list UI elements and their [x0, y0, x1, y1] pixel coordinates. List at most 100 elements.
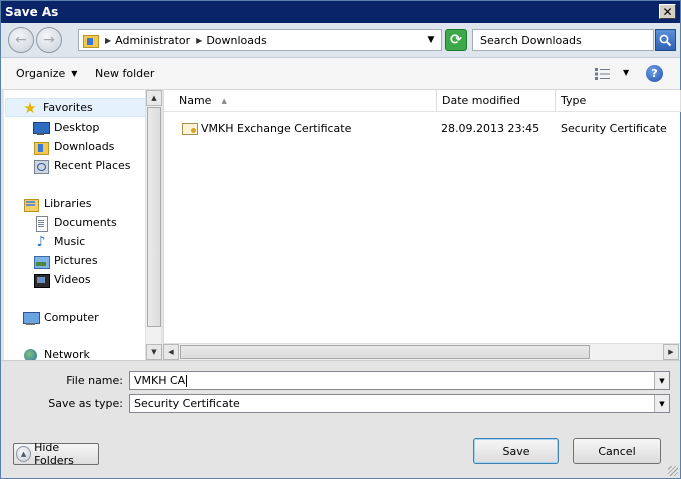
- column-header-type[interactable]: Type: [556, 90, 681, 112]
- organize-label: Organize: [16, 67, 66, 80]
- command-bar: Organize ▼ New folder ▼ ?: [1, 58, 680, 90]
- scrollbar-thumb[interactable]: [147, 107, 161, 327]
- save-options-panel: File name: VMKH CA ▼ Save as type: Secur…: [1, 360, 680, 478]
- network-icon: [23, 348, 39, 360]
- save-as-dialog: Save As ✕ ← → ▶ Administrator ▶ Download…: [0, 0, 681, 479]
- arrow-left-icon: ←: [15, 32, 27, 48]
- chevron-down-icon[interactable]: ▼: [654, 395, 669, 412]
- breadcrumb-downloads[interactable]: Downloads: [206, 34, 266, 47]
- sidebar-item-recent-places[interactable]: Recent Places: [4, 156, 145, 175]
- save-as-type-select[interactable]: Security Certificate ▼: [129, 394, 670, 413]
- triangle-down-icon: ▼: [151, 348, 157, 356]
- sidebar-item-downloads[interactable]: Downloads: [4, 137, 145, 156]
- pictures-icon: [33, 254, 50, 269]
- sidebar-item-videos[interactable]: Videos: [4, 270, 145, 289]
- search-input[interactable]: Search Downloads: [472, 29, 654, 51]
- scroll-down-button[interactable]: ▼: [146, 344, 162, 360]
- save-button[interactable]: Save: [473, 438, 559, 464]
- computer-icon: [23, 311, 40, 325]
- views-dropdown-icon[interactable]: ▼: [623, 68, 629, 77]
- forward-button[interactable]: →: [36, 27, 62, 53]
- file-name-cell: VMKH Exchange Certificate: [201, 122, 352, 135]
- help-button[interactable]: ?: [646, 65, 663, 82]
- close-icon: ✕: [662, 4, 673, 19]
- sidebar-item-pictures[interactable]: Pictures: [4, 251, 145, 270]
- desktop-icon: [33, 121, 50, 135]
- chevron-down-icon: ▼: [71, 69, 78, 78]
- sidebar-item-computer[interactable]: Computer: [4, 308, 145, 327]
- sidebar-item-label: Recent Places: [54, 159, 131, 172]
- sidebar-item-music[interactable]: ♪ Music: [4, 232, 145, 251]
- save-as-type-value: Security Certificate: [134, 397, 240, 410]
- sidebar-item-documents[interactable]: Documents: [4, 213, 145, 232]
- column-header-name[interactable]: Name ▲: [164, 90, 437, 112]
- downloads-folder-icon: [33, 140, 49, 155]
- documents-icon: [33, 215, 49, 232]
- close-button[interactable]: ✕: [659, 4, 676, 19]
- downloads-folder-icon: [83, 33, 99, 48]
- chevron-down-icon[interactable]: ▼: [654, 372, 669, 389]
- music-icon: ♪: [36, 233, 46, 250]
- sidebar-item-desktop[interactable]: Desktop: [4, 118, 145, 137]
- scroll-left-button[interactable]: ◀: [163, 344, 179, 360]
- sidebar-item-label: Desktop: [54, 121, 100, 134]
- back-button[interactable]: ←: [8, 27, 34, 53]
- search-icon: [659, 34, 672, 46]
- breadcrumb-separator-icon[interactable]: ▶: [105, 36, 111, 45]
- file-name-input[interactable]: VMKH CA ▼: [129, 371, 670, 390]
- file-date-cell: 28.09.2013 23:45: [441, 122, 540, 135]
- view-options-icon[interactable]: [594, 67, 612, 81]
- libraries-icon: [23, 197, 39, 212]
- navigation-pane: ★ Favorites Desktop Downloads Recent Pla…: [4, 90, 161, 360]
- hide-folders-button[interactable]: ▲ Hide Folders: [13, 441, 99, 467]
- sidebar-item-label: Videos: [54, 273, 91, 286]
- sidebar-item-label: Pictures: [54, 254, 98, 267]
- breadcrumb-separator-icon[interactable]: ▶: [196, 36, 202, 45]
- sidebar-item-network[interactable]: Network: [4, 345, 145, 360]
- address-bar[interactable]: ▶ Administrator ▶ Downloads ▼: [78, 29, 442, 51]
- scroll-up-button[interactable]: ▲: [146, 90, 162, 106]
- triangle-left-icon: ◀: [168, 348, 174, 356]
- sort-ascending-icon: ▲: [221, 96, 227, 105]
- save-as-type-label: Save as type:: [48, 397, 123, 410]
- cancel-button[interactable]: Cancel: [573, 438, 661, 464]
- new-folder-button[interactable]: New folder: [95, 67, 154, 80]
- sidebar-item-label: Downloads: [54, 140, 115, 153]
- file-list: Name ▲ Date modified Type VMKH Exchange …: [163, 90, 681, 343]
- column-header-label: Name: [179, 94, 212, 107]
- chevron-down-icon[interactable]: ▼: [423, 30, 439, 50]
- recent-places-icon: [33, 159, 49, 174]
- certificate-icon: [182, 123, 198, 135]
- videos-icon: [33, 273, 50, 288]
- sidebar-item-label: Documents: [54, 216, 117, 229]
- breadcrumb-administrator[interactable]: Administrator: [115, 34, 190, 47]
- address-bar-row: ← → ▶ Administrator ▶ Downloads ▼ ⟳ Sear…: [1, 23, 680, 58]
- table-row[interactable]: VMKH Exchange Certificate 28.09.2013 23:…: [164, 120, 681, 138]
- refresh-button[interactable]: ⟳: [445, 29, 467, 51]
- search-button[interactable]: [655, 29, 676, 51]
- dialog-title: Save As: [5, 5, 59, 19]
- file-list-scrollbar[interactable]: ◀ ▶: [163, 343, 680, 360]
- star-icon: ★: [23, 98, 37, 117]
- text-cursor: [186, 374, 188, 387]
- organize-button[interactable]: Organize ▼: [16, 67, 77, 80]
- triangle-up-icon: ▲: [151, 94, 157, 102]
- resize-grip-icon[interactable]: [668, 466, 678, 476]
- sidebar-item-libraries[interactable]: Libraries: [4, 194, 145, 213]
- arrow-right-icon: →: [43, 32, 55, 48]
- title-bar: Save As ✕: [1, 1, 680, 23]
- nav-buttons: ← →: [8, 27, 64, 54]
- column-header-date-modified[interactable]: Date modified: [437, 90, 556, 112]
- sidebar-item-label: Network: [44, 348, 90, 360]
- navigation-pane-scrollbar[interactable]: ▲ ▼: [145, 90, 162, 360]
- triangle-right-icon: ▶: [668, 348, 674, 356]
- sidebar-item-label: Libraries: [44, 197, 92, 210]
- file-type-cell: Security Certificate: [561, 122, 667, 135]
- scroll-right-button[interactable]: ▶: [663, 344, 679, 360]
- sidebar-item-label: Computer: [44, 311, 99, 324]
- chevron-up-icon: ▲: [16, 446, 32, 462]
- sidebar-item-label: Music: [54, 235, 86, 248]
- scrollbar-thumb[interactable]: [180, 345, 590, 359]
- sidebar-item-favorites[interactable]: ★ Favorites: [5, 98, 146, 117]
- sidebar-item-label: Favorites: [43, 101, 93, 114]
